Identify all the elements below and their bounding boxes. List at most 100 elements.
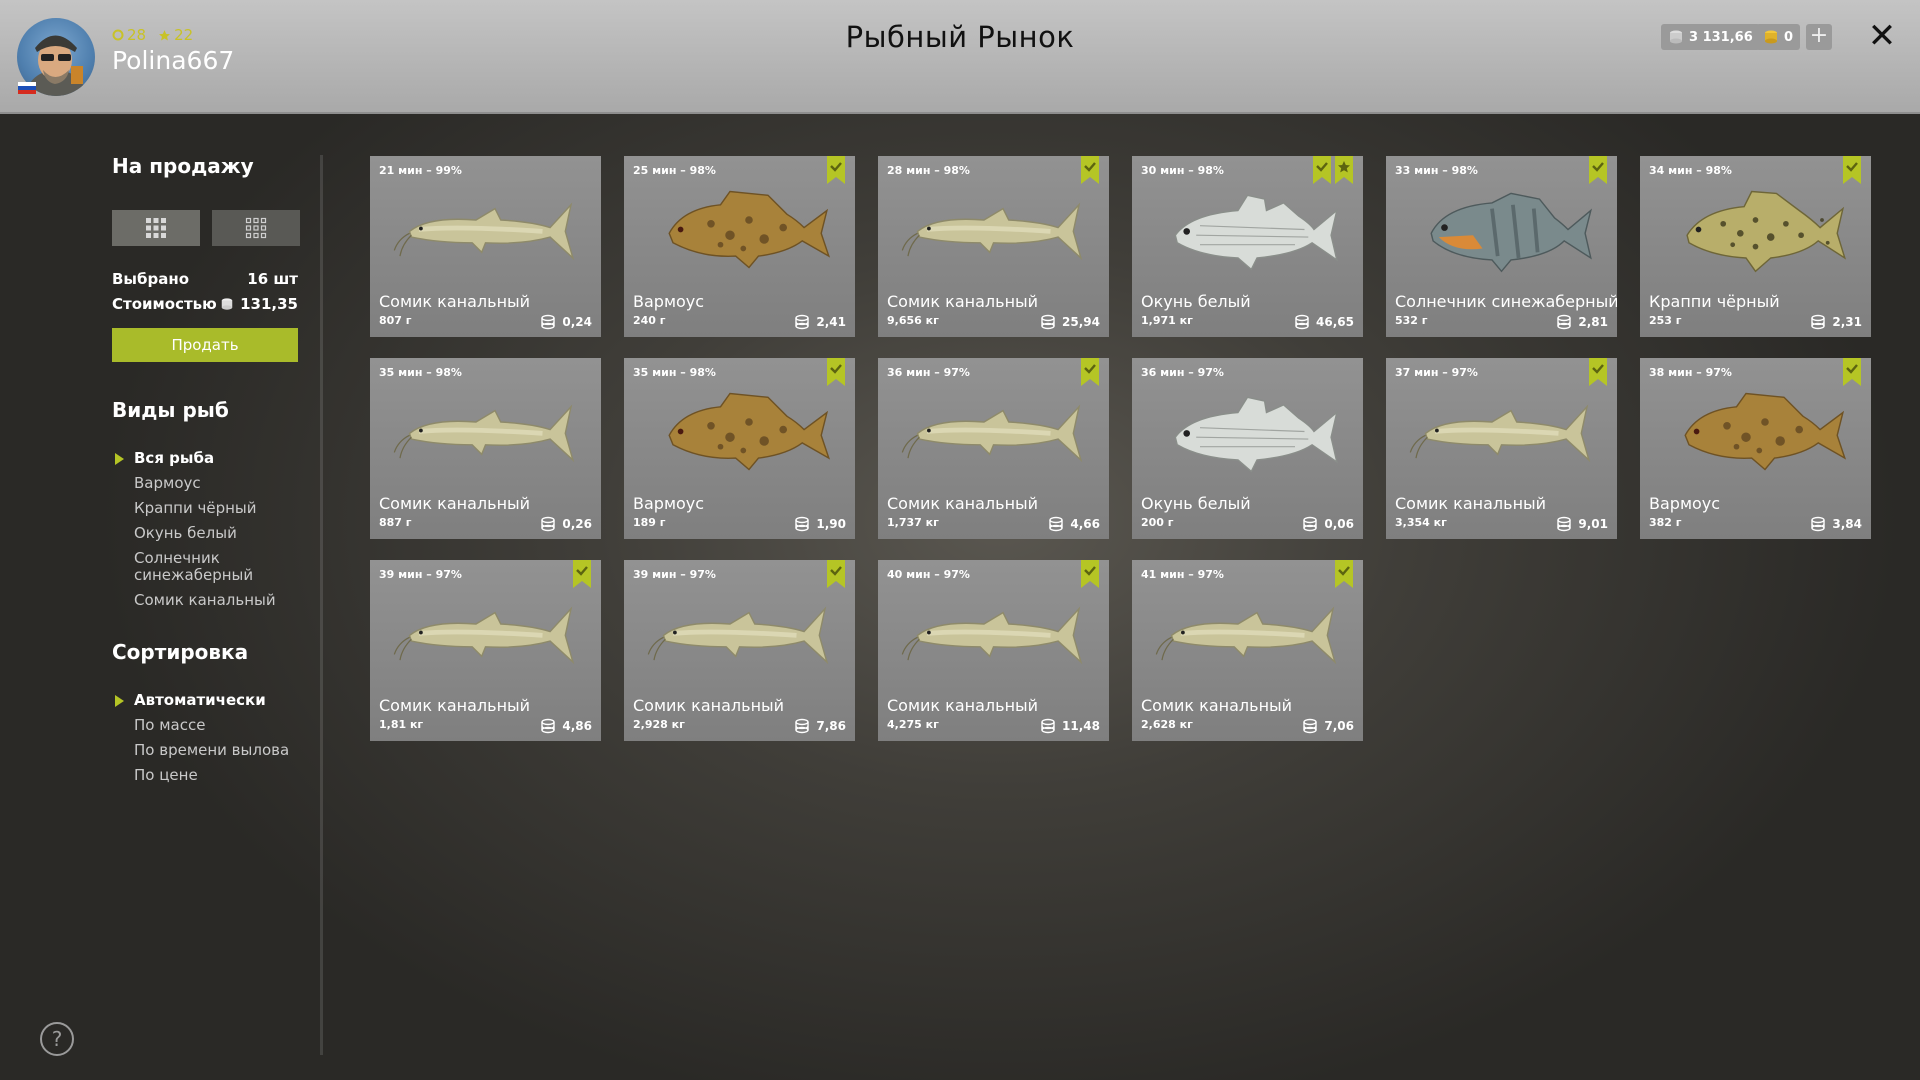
silver-coins-icon — [1811, 516, 1826, 532]
catfish-fish-icon — [901, 202, 1083, 261]
selected-check-icon[interactable] — [1335, 560, 1353, 588]
sort-auto[interactable]: Автоматически — [114, 692, 289, 709]
catfish-fish-icon — [393, 202, 575, 261]
selected-row: Выбрано 16 шт — [112, 270, 298, 288]
warmouth-fish-icon — [668, 392, 831, 471]
bluegill-fish-icon — [1430, 192, 1593, 273]
small-grid-view-button[interactable] — [212, 210, 300, 246]
species-filter-bluegill[interactable]: Солнечник синежаберный — [134, 550, 254, 584]
sell-button[interactable]: Продать — [112, 328, 298, 362]
fish-grid: 21 мин – 99% Сомик канальный 807 г 0,24 … — [370, 156, 1872, 741]
fish-name: Окунь белый — [1141, 494, 1251, 513]
fish-weight: 189 г — [633, 516, 666, 529]
selected-check-icon[interactable] — [1313, 156, 1331, 184]
catfish-fish-icon — [647, 606, 829, 665]
favorite-bookmark-icon[interactable] — [1335, 156, 1353, 184]
fish-card-11[interactable]: 37 мин – 97% Сомик канальный 3,354 кг 9,… — [1386, 358, 1617, 539]
gold-balance: 0 — [1756, 24, 1801, 50]
fish-weight: 1,737 кг — [887, 516, 939, 529]
price-value: 4,86 — [562, 719, 592, 733]
fish-card-14[interactable]: 39 мин – 97% Сомик канальный 2,928 кг 7,… — [624, 560, 855, 741]
sort-by-catch-time[interactable]: По времени вылова — [134, 742, 289, 759]
selected-check-icon[interactable] — [827, 156, 845, 184]
species-filter-white-bass[interactable]: Окунь белый — [134, 525, 276, 542]
catfish-fish-icon — [1155, 606, 1337, 665]
fish-name: Вармоус — [633, 292, 705, 311]
species-filter-crappie[interactable]: Краппи чёрный — [134, 500, 276, 517]
fish-name: Сомик канальный — [1141, 696, 1293, 715]
fish-name: Окунь белый — [1141, 292, 1251, 311]
fish-name: Сомик канальный — [633, 696, 785, 715]
fish-card-9[interactable]: 36 мин – 97% Сомик канальный 1,737 кг 4,… — [878, 358, 1109, 539]
fish-card-7[interactable]: 35 мин – 98% Сомик канальный 887 г 0,26 — [370, 358, 601, 539]
fish-name: Сомик канальный — [379, 696, 531, 715]
price-value: 25,94 — [1062, 315, 1100, 329]
selected-check-icon[interactable] — [1081, 358, 1099, 386]
species-filter-catfish[interactable]: Сомик канальный — [134, 592, 276, 609]
silver-coins-icon — [1303, 718, 1318, 734]
close-button[interactable]: ✕ — [1866, 18, 1898, 54]
price-value: 11,48 — [1062, 719, 1100, 733]
sort-by-price[interactable]: По цене — [134, 767, 289, 784]
catch-time: 36 мин – 97% — [887, 366, 970, 379]
add-gold-button[interactable]: + — [1806, 24, 1832, 50]
large-grid-view-button[interactable] — [112, 210, 200, 246]
selected-check-icon[interactable] — [1081, 156, 1099, 184]
fish-card-3[interactable]: 28 мин – 98% Сомик канальный 9,656 кг 25… — [878, 156, 1109, 337]
fish-card-1[interactable]: 21 мин – 99% Сомик канальный 807 г 0,24 — [370, 156, 601, 337]
fish-card-13[interactable]: 39 мин – 97% Сомик канальный 1,81 кг 4,8… — [370, 560, 601, 741]
whitebass-fish-icon — [1174, 194, 1338, 271]
plus-icon: + — [1809, 23, 1829, 48]
fish-card-15[interactable]: 40 мин – 97% Сомик канальный 4,275 кг 11… — [878, 560, 1109, 741]
catch-time: 30 мин – 98% — [1141, 164, 1224, 177]
catch-time: 37 мин – 97% — [1395, 366, 1478, 379]
whitebass-fish-icon — [1174, 396, 1338, 473]
cost-amount: 131,35 — [220, 295, 298, 313]
fish-name: Сомик канальный — [887, 292, 1039, 311]
silver-coins-icon — [1295, 314, 1309, 330]
fish-card-2[interactable]: 25 мин – 98% Вармоус 240 г 2,41 — [624, 156, 855, 337]
fish-card-4[interactable]: 30 мин – 98% Окунь белый 1,971 кг 46,65 — [1132, 156, 1363, 337]
fish-card-8[interactable]: 35 мин – 98% Вармоус 189 г 1,90 — [624, 358, 855, 539]
selected-check-icon[interactable] — [1843, 358, 1861, 386]
price-value: 0,26 — [562, 517, 592, 531]
fish-name: Сомик канальный — [379, 494, 531, 513]
selected-check-icon[interactable] — [1589, 156, 1607, 184]
warmouth-fish-icon — [1684, 392, 1847, 471]
catfish-fish-icon — [901, 606, 1083, 665]
selected-check-icon[interactable] — [1589, 358, 1607, 386]
species-filter-all[interactable]: Вся рыба — [115, 450, 276, 467]
silver-coins-icon — [795, 516, 810, 532]
fish-weight: 1,971 кг — [1141, 314, 1193, 327]
fish-price: 9,01 — [1556, 516, 1608, 532]
selected-check-icon[interactable] — [1081, 560, 1099, 588]
fish-card-10[interactable]: 36 мин – 97% Окунь белый 200 г 0,06 — [1132, 358, 1363, 539]
fish-weight: 382 г — [1649, 516, 1682, 529]
fish-card-6[interactable]: 34 мин – 98% Краппи чёрный 253 г 2,31 — [1640, 156, 1871, 337]
selected-check-icon[interactable] — [573, 560, 591, 588]
gold-value: 0 — [1784, 29, 1794, 45]
silver-coins-icon — [1049, 516, 1064, 532]
selected-check-icon[interactable] — [827, 560, 845, 588]
help-button[interactable]: ? — [40, 1022, 74, 1056]
price-value: 4,66 — [1070, 517, 1100, 531]
catch-time: 39 мин – 97% — [379, 568, 462, 581]
fish-card-16[interactable]: 41 мин – 97% Сомик канальный 2,628 кг 7,… — [1132, 560, 1363, 741]
price-value: 1,90 — [816, 517, 846, 531]
price-value: 46,65 — [1316, 315, 1354, 329]
fish-weight: 532 г — [1395, 314, 1428, 327]
fish-card-12[interactable]: 38 мин – 97% Вармоус 382 г 3,84 — [1640, 358, 1871, 539]
selected-check-icon[interactable] — [827, 358, 845, 386]
sort-by-mass[interactable]: По массе — [134, 717, 289, 734]
fish-price: 0,26 — [540, 516, 592, 532]
species-filter-warmouth[interactable]: Вармоус — [134, 475, 276, 492]
fish-card-5[interactable]: 33 мин – 98% Солнечник синежаберный 532 … — [1386, 156, 1617, 337]
fish-weight: 9,656 кг — [887, 314, 939, 327]
fish-weight: 240 г — [633, 314, 666, 327]
fish-price: 7,06 — [1302, 718, 1354, 734]
selected-check-icon[interactable] — [1843, 156, 1861, 184]
fish-name: Вармоус — [633, 494, 705, 513]
catch-time: 39 мин – 97% — [633, 568, 716, 581]
fish-price: 2,31 — [1810, 314, 1862, 330]
fish-price: 7,86 — [794, 718, 846, 734]
